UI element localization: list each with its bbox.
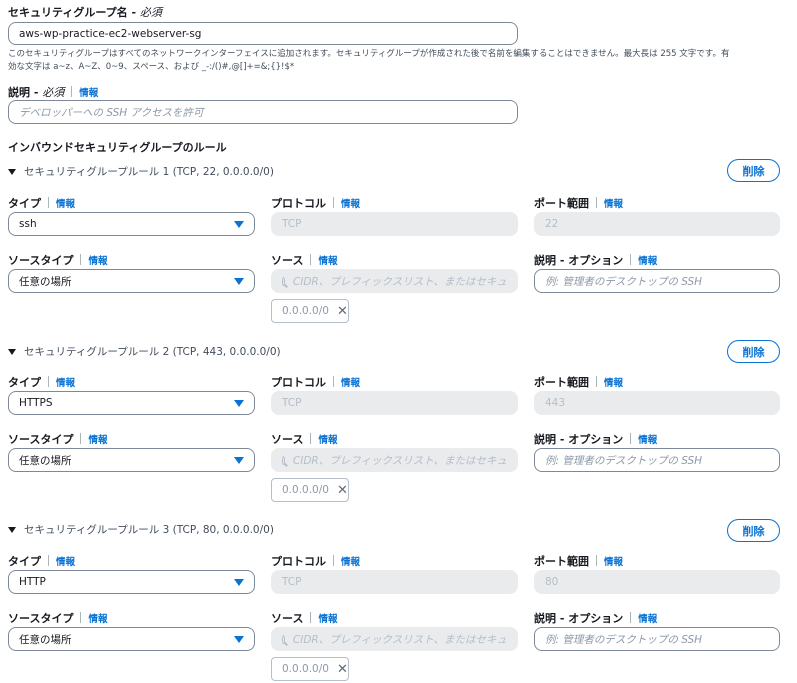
chevron-down-icon xyxy=(234,220,244,228)
rule-3-port-label: ポート範囲 情報 xyxy=(534,555,624,568)
rule-3-desc-input[interactable]: 例: 管理者のデスクトップの SSH xyxy=(534,627,780,651)
rule-2-cidr-token: 0.0.0.0/0 ✕ xyxy=(271,478,349,502)
info-link[interactable]: 情報 xyxy=(56,557,75,568)
info-link[interactable]: 情報 xyxy=(638,614,657,625)
rule-3-delete-button[interactable]: 削除 xyxy=(727,519,780,542)
rule-3-source-type-label: ソースタイプ 情報 xyxy=(8,612,108,625)
rule-1-protocol-field: TCP xyxy=(271,212,518,236)
rule-1-source-search[interactable]: CIDR、プレフィックスリスト、またはセキュ xyxy=(271,269,518,293)
rule-2-source-type-select[interactable]: 任意の場所 xyxy=(8,448,255,472)
rule-3-source-search[interactable]: CIDR、プレフィックスリスト、またはセキュ xyxy=(271,627,518,651)
rule-2-source-search[interactable]: CIDR、プレフィックスリスト、またはセキュ xyxy=(271,448,518,472)
info-link[interactable]: 情報 xyxy=(604,199,623,210)
chevron-down-icon xyxy=(234,456,244,464)
info-link[interactable]: 情報 xyxy=(56,199,75,210)
chevron-down-icon xyxy=(234,399,244,407)
close-icon[interactable]: ✕ xyxy=(337,483,348,498)
caret-down-icon xyxy=(8,168,16,175)
rule-1-port-field: 22 xyxy=(534,212,780,236)
group-name-input[interactable]: aws-wp-practice-ec2-webserver-sg xyxy=(8,22,518,45)
rule-3-protocol-label: プロトコル 情報 xyxy=(271,555,361,568)
rule-3-header[interactable]: セキュリティグループルール 3 (TCP, 80, 0.0.0.0/0) xyxy=(8,522,274,537)
rule-3-type-select[interactable]: HTTP xyxy=(8,570,255,594)
info-link[interactable]: 情報 xyxy=(638,256,657,267)
group-name-hint: このセキュリティグループはすべてのネットワークインターフェイスに追加されます。セ… xyxy=(8,49,730,72)
description-input[interactable]: デベロッパーへの SSH アクセスを許可 xyxy=(8,100,518,124)
inbound-rules-title: インバウンドセキュリティグループのルール xyxy=(8,141,227,154)
info-link[interactable]: 情報 xyxy=(341,199,360,210)
info-link[interactable]: 情報 xyxy=(341,378,360,389)
rule-2-protocol-field: TCP xyxy=(271,391,518,415)
search-icon xyxy=(282,276,285,286)
caret-down-icon xyxy=(8,526,16,533)
rule-2-source-type-label: ソースタイプ 情報 xyxy=(8,433,108,446)
rule-2-desc-label: 説明 - オプション 情報 xyxy=(534,433,658,446)
info-link[interactable]: 情報 xyxy=(604,378,623,389)
rule-3-type-label: タイプ 情報 xyxy=(8,555,76,568)
rule-3-protocol-field: TCP xyxy=(271,570,518,594)
rule-1-source-type-select[interactable]: 任意の場所 xyxy=(8,269,255,293)
chevron-down-icon xyxy=(234,635,244,643)
description-label: 説明 - 必須 情報 xyxy=(8,86,99,99)
rule-2-type-select[interactable]: HTTPS xyxy=(8,391,255,415)
close-icon[interactable]: ✕ xyxy=(337,304,348,319)
rule-3-port-field: 80 xyxy=(534,570,780,594)
rule-1-header[interactable]: セキュリティグループルール 1 (TCP, 22, 0.0.0.0/0) xyxy=(8,164,274,179)
chevron-down-icon xyxy=(234,578,244,586)
info-link[interactable]: 情報 xyxy=(318,614,337,625)
rule-1-type-label: タイプ 情報 xyxy=(8,197,76,210)
rule-2-type-label: タイプ 情報 xyxy=(8,376,76,389)
rule-1-cidr-token: 0.0.0.0/0 ✕ xyxy=(271,299,349,323)
info-link[interactable]: 情報 xyxy=(88,614,107,625)
search-icon xyxy=(282,634,285,644)
info-link[interactable]: 情報 xyxy=(88,256,107,267)
rule-3-desc-label: 説明 - オプション 情報 xyxy=(534,612,658,625)
rule-2-port-label: ポート範囲 情報 xyxy=(534,376,624,389)
rule-1-port-label: ポート範囲 情報 xyxy=(534,197,624,210)
chevron-down-icon xyxy=(234,277,244,285)
rule-1-desc-label: 説明 - オプション 情報 xyxy=(534,254,658,267)
info-link[interactable]: 情報 xyxy=(56,378,75,389)
rule-2-port-field: 443 xyxy=(534,391,780,415)
info-link[interactable]: 情報 xyxy=(88,435,107,446)
rule-2-desc-input[interactable]: 例: 管理者のデスクトップの SSH xyxy=(534,448,780,472)
rule-3-source-type-select[interactable]: 任意の場所 xyxy=(8,627,255,651)
rule-1-protocol-label: プロトコル 情報 xyxy=(271,197,361,210)
rule-1-type-select[interactable]: ssh xyxy=(8,212,255,236)
description-info-link[interactable]: 情報 xyxy=(79,88,98,99)
info-link[interactable]: 情報 xyxy=(318,256,337,267)
rule-1-source-type-label: ソースタイプ 情報 xyxy=(8,254,108,267)
rule-1-desc-input[interactable]: 例: 管理者のデスクトップの SSH xyxy=(534,269,780,293)
search-icon xyxy=(282,455,285,465)
rule-3-cidr-token: 0.0.0.0/0 ✕ xyxy=(271,657,349,681)
rule-1-source-label: ソース 情報 xyxy=(271,254,338,267)
info-link[interactable]: 情報 xyxy=(318,435,337,446)
caret-down-icon xyxy=(8,348,16,355)
info-link[interactable]: 情報 xyxy=(638,435,657,446)
close-icon[interactable]: ✕ xyxy=(337,662,348,677)
rule-3-source-label: ソース 情報 xyxy=(271,612,338,625)
rule-2-delete-button[interactable]: 削除 xyxy=(727,340,780,363)
rule-2-header[interactable]: セキュリティグループルール 2 (TCP, 443, 0.0.0.0/0) xyxy=(8,344,281,359)
rule-2-protocol-label: プロトコル 情報 xyxy=(271,376,361,389)
info-link[interactable]: 情報 xyxy=(604,557,623,568)
rule-2-source-label: ソース 情報 xyxy=(271,433,338,446)
group-name-label: セキュリティグループ名 - 必須 xyxy=(8,6,162,19)
info-link[interactable]: 情報 xyxy=(341,557,360,568)
rule-1-delete-button[interactable]: 削除 xyxy=(727,159,780,182)
